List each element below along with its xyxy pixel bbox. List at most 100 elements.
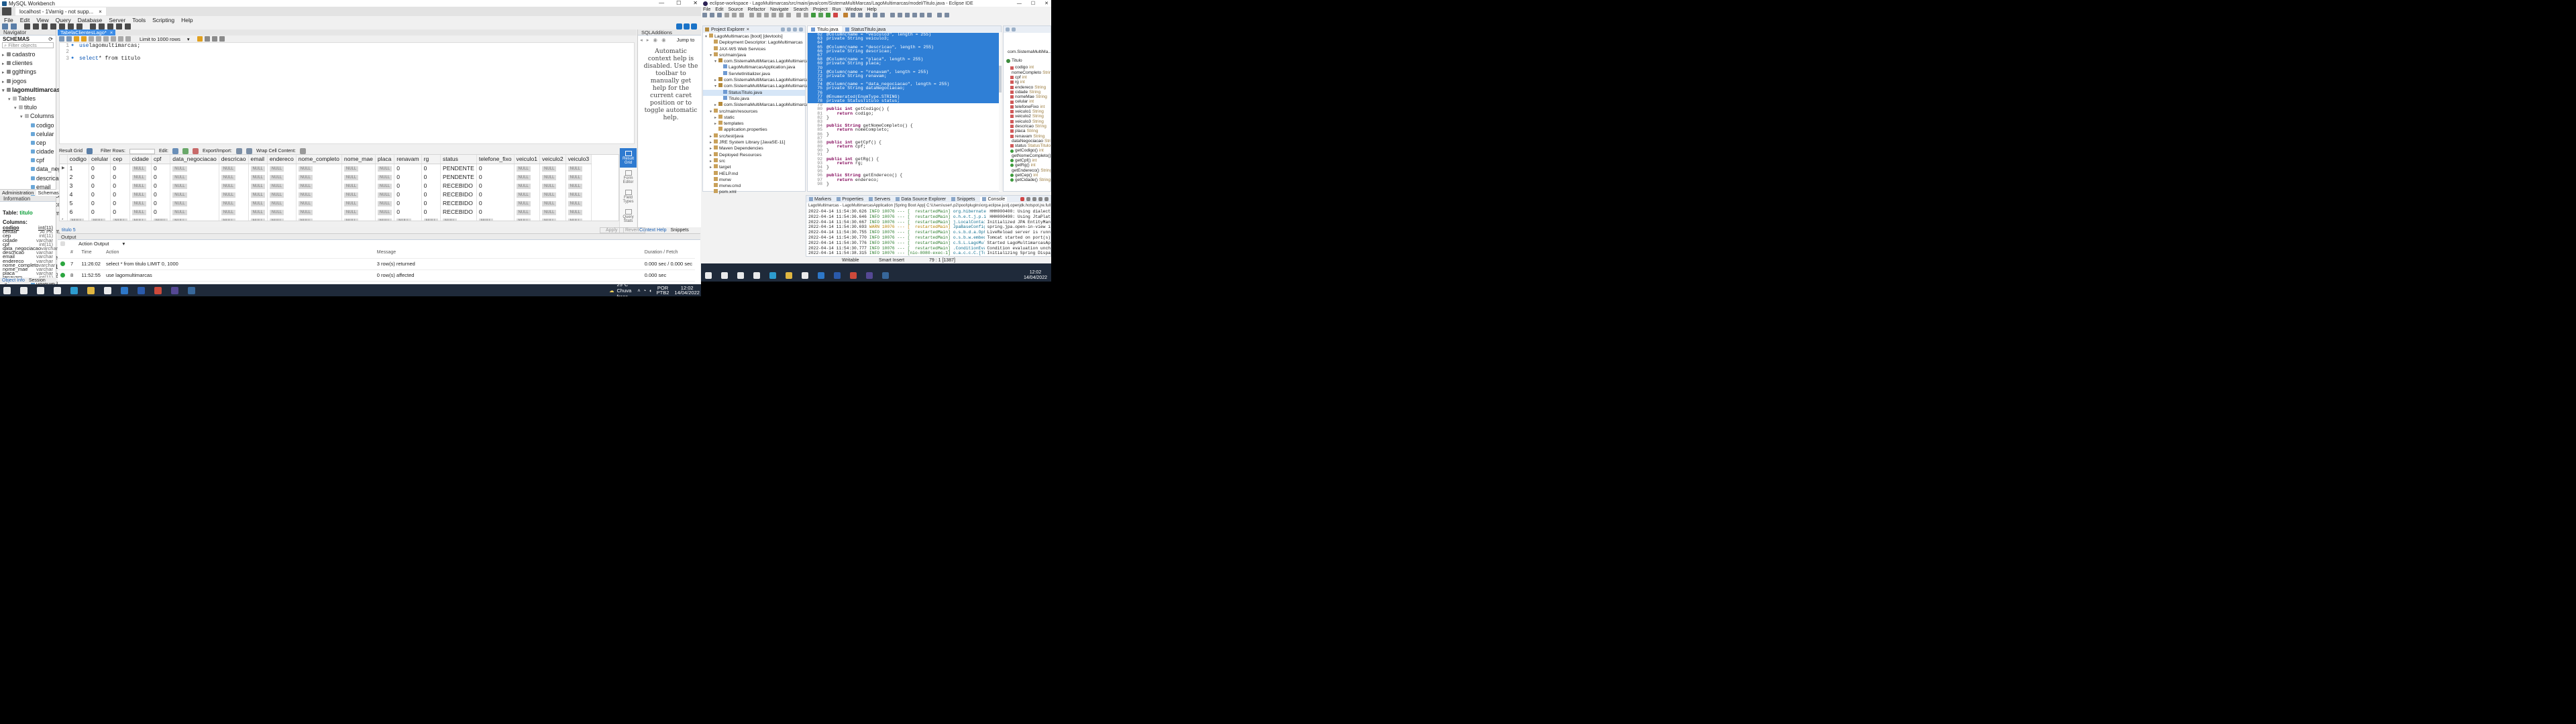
- grid-cell[interactable]: NULL: [296, 207, 342, 216]
- side-tool-field-types[interactable]: Field Types: [620, 187, 637, 206]
- sql-line[interactable]: 3 ● select * from titulo: [60, 56, 634, 62]
- grid-cell[interactable]: 0: [110, 207, 130, 216]
- grid-cell[interactable]: NULL: [566, 207, 592, 216]
- grid-cell[interactable]: NULL: [267, 181, 297, 190]
- grid-cell[interactable]: 0: [89, 207, 111, 216]
- grid-cell[interactable]: 0: [421, 190, 441, 198]
- grid-column-header[interactable]: cidade: [129, 155, 152, 164]
- sql-line[interactable]: 2: [60, 49, 634, 55]
- grid-cell[interactable]: NULL: [170, 164, 219, 172]
- schemas-refresh-icon[interactable]: ⟳: [48, 36, 53, 42]
- grid-cell[interactable]: NULL: [170, 190, 219, 198]
- schema-tree-item[interactable]: ▾ lagomultimarcas: [0, 86, 60, 95]
- ec-toolbar-icon[interactable]: [927, 13, 932, 17]
- grid-column-header[interactable]: rg: [421, 155, 441, 164]
- close-button[interactable]: ✕: [693, 0, 698, 6]
- ec-toolbar-icon[interactable]: [818, 13, 823, 17]
- grid-column-header[interactable]: veiculo3: [566, 155, 592, 164]
- grid-cell[interactable]: NULL: [129, 181, 152, 190]
- schema-tree-item[interactable]: descricao: [0, 174, 62, 183]
- store-icon[interactable]: [802, 272, 808, 279]
- ec-toolbar-icon[interactable]: [779, 13, 784, 17]
- widgets-icon[interactable]: [54, 286, 61, 294]
- help-auto-icon[interactable]: ◉: [653, 37, 658, 43]
- outline-item[interactable]: veiculo1 String: [1010, 109, 1051, 114]
- grid-cell[interactable]: 2: [67, 172, 89, 181]
- edge-icon[interactable]: [769, 272, 776, 279]
- find-replace-icon[interactable]: [204, 36, 210, 42]
- task-view-icon[interactable]: [737, 272, 744, 279]
- db-icon[interactable]: [125, 23, 131, 29]
- outline-item[interactable]: getCodigo() int: [1010, 148, 1051, 153]
- grid-cell[interactable]: NULL: [514, 207, 541, 216]
- menu-edit[interactable]: Edit: [20, 17, 30, 23]
- grid-cell[interactable]: 0: [421, 181, 441, 190]
- grid-cell[interactable]: NULL: [267, 172, 297, 181]
- grid-cell[interactable]: NULL: [566, 164, 592, 172]
- project-tree-item[interactable]: mvnw: [703, 176, 805, 183]
- grid-cell[interactable]: NULL: [566, 172, 592, 181]
- forward-icon[interactable]: ▸: [647, 37, 649, 43]
- outline-item[interactable]: getEndereco() String: [1010, 168, 1051, 173]
- ec-menu-navigate[interactable]: Navigate: [770, 7, 789, 12]
- grid-cell[interactable]: NULL: [248, 216, 268, 221]
- create-function-icon[interactable]: [68, 23, 74, 29]
- grid-cell[interactable]: NULL: [539, 190, 566, 198]
- grid-cell[interactable]: NULL: [296, 164, 342, 172]
- ec-toolbar-icon[interactable]: [811, 13, 816, 17]
- ec-toolbar-icon[interactable]: [890, 13, 895, 17]
- open-sql-icon[interactable]: [11, 23, 17, 29]
- side-tool-form-editor[interactable]: Form Editor: [620, 168, 637, 187]
- grid-cell[interactable]: 0: [151, 207, 171, 216]
- grid-cell[interactable]: NULL: [219, 181, 249, 190]
- grid-cell[interactable]: NULL: [375, 207, 395, 216]
- pin-console-icon[interactable]: [1038, 197, 1042, 201]
- project-tree-item[interactable]: ▸ static: [703, 114, 805, 121]
- kbd-label[interactable]: PTB2: [657, 290, 669, 296]
- chrome-icon[interactable]: [850, 272, 857, 279]
- schema-tree-item[interactable]: celular: [0, 130, 56, 139]
- ec-menu-source[interactable]: Source: [728, 7, 743, 12]
- open-inspector-icon[interactable]: [24, 23, 30, 29]
- grid-column-header[interactable]: veiculo1: [514, 155, 541, 164]
- grid-cell[interactable]: NULL: [566, 190, 592, 198]
- ec-maximize-button[interactable]: ☐: [1031, 1, 1035, 6]
- schema-tree-item[interactable]: ▾ titulo: [0, 103, 56, 112]
- expand-arrow-icon[interactable]: ▾: [14, 104, 19, 113]
- grid-cell[interactable]: PENDENTE: [440, 164, 477, 172]
- ec-toolbar-icon[interactable]: [905, 13, 910, 17]
- grid-cell[interactable]: NULL: [89, 216, 111, 221]
- grid-cell[interactable]: 0: [421, 164, 441, 172]
- weather-icon[interactable]: ☁: [609, 288, 614, 294]
- ec-menu-run[interactable]: Run: [833, 7, 841, 12]
- grid-cell[interactable]: NULL: [219, 207, 249, 216]
- grid-cell[interactable]: NULL: [67, 216, 89, 221]
- grid-column-header[interactable]: codigo: [67, 155, 89, 164]
- grid-cell[interactable]: NULL: [539, 198, 566, 207]
- ec-toolbar-icon[interactable]: [833, 13, 838, 17]
- grid-cell[interactable]: 0: [89, 172, 111, 181]
- ec-close-button[interactable]: ✕: [1044, 1, 1049, 6]
- grid-cell[interactable]: NULL: [248, 181, 268, 190]
- menu-scripting[interactable]: Scripting: [152, 17, 174, 23]
- schemas-tab[interactable]: Schemas: [36, 189, 61, 196]
- ec-toolbar-icon[interactable]: [796, 13, 801, 17]
- session-tab[interactable]: Session: [27, 278, 48, 283]
- home-icon[interactable]: [2, 7, 11, 15]
- java-code[interactable]: 62 @Column(name = "veiculo3", length = 25…: [808, 32, 1001, 186]
- grid-cell[interactable]: 0: [394, 198, 422, 207]
- task-view-icon[interactable]: [37, 286, 44, 294]
- schema-tree-item[interactable]: ▸ cadastro: [0, 50, 56, 59]
- grid-cell[interactable]: NULL: [514, 164, 541, 172]
- stop-icon[interactable]: [96, 36, 101, 42]
- start-icon[interactable]: [3, 286, 11, 294]
- grid-cell[interactable]: NULL: [514, 181, 541, 190]
- ec-menu-window[interactable]: Window: [845, 7, 862, 12]
- grid-cell[interactable]: 0: [476, 164, 515, 172]
- project-tree-item[interactable]: ▾ com.SistemaMultiMarcas.LagoMultimarcas: [703, 58, 811, 64]
- ec-toolbar-icon[interactable]: [764, 13, 769, 17]
- expand-arrow-icon[interactable]: ▸: [2, 68, 7, 77]
- grid-cell[interactable]: 0: [394, 190, 422, 198]
- grid-cell[interactable]: NULL: [341, 190, 376, 198]
- project-tree-item[interactable]: ▾ src/main/java: [703, 52, 805, 58]
